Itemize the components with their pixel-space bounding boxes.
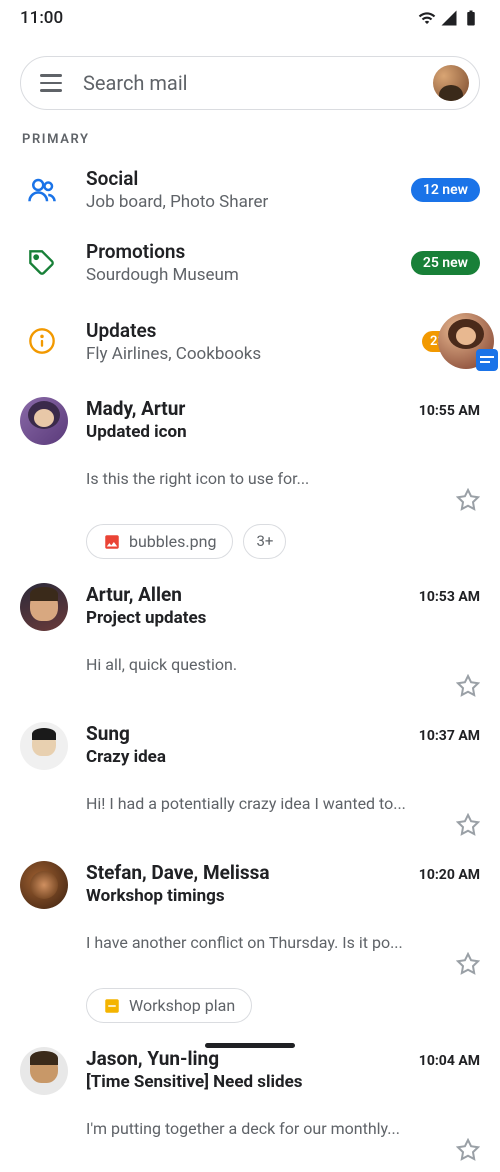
email-subject: Workshop timings: [86, 886, 480, 906]
info-icon: [22, 327, 62, 355]
attachment-name: Workshop plan: [129, 996, 235, 1015]
star-icon[interactable]: [456, 813, 480, 837]
email-time: 10:37 AM: [419, 728, 480, 744]
sender-avatar[interactable]: [20, 583, 68, 631]
category-title: Promotions: [86, 240, 387, 263]
email-sender: Jason, Yun-ling: [86, 1047, 219, 1070]
star-icon[interactable]: [456, 1138, 480, 1162]
more-attachments-chip[interactable]: 3+: [243, 524, 286, 559]
message-icon: [476, 349, 498, 371]
email-time: 10:20 AM: [419, 867, 480, 883]
email-preview: I'm putting together a deck for our mont…: [86, 1119, 448, 1138]
attachment-chip[interactable]: Workshop plan: [86, 988, 252, 1023]
category-title: Updates: [86, 319, 414, 342]
category-title: Social: [86, 167, 387, 190]
email-row[interactable]: Jason, Yun-ling 10:04 AM [Time Sensitive…: [0, 1033, 500, 1172]
email-subject: [Time Sensitive] Need slides: [86, 1072, 480, 1092]
attachment-chip[interactable]: bubbles.png: [86, 524, 233, 559]
sender-avatar[interactable]: [20, 1047, 68, 1095]
people-icon: [22, 175, 62, 205]
attachment-name: bubbles.png: [129, 532, 216, 551]
account-avatar[interactable]: [433, 65, 469, 101]
email-time: 10:04 AM: [419, 1053, 480, 1069]
category-promotions[interactable]: Promotions Sourdough Museum 25 new: [0, 226, 500, 299]
status-bar: 11:00: [0, 0, 500, 32]
search-bar[interactable]: Search mail: [20, 56, 480, 110]
email-preview: Hi all, quick question.: [86, 655, 448, 674]
image-icon: [103, 533, 121, 551]
email-time: 10:55 AM: [419, 403, 480, 419]
section-header-primary: PRIMARY: [0, 122, 500, 153]
home-indicator[interactable]: [205, 1043, 295, 1048]
email-row[interactable]: Mady, Artur 10:55 AM Updated icon Is thi…: [0, 383, 500, 569]
category-subtitle: Fly Airlines, Cookbooks: [86, 344, 414, 364]
status-icons: [418, 9, 480, 27]
category-social[interactable]: Social Job board, Photo Sharer 12 new: [0, 153, 500, 226]
email-sender: Sung: [86, 722, 130, 745]
slides-icon: [103, 997, 121, 1015]
tag-icon: [22, 249, 62, 277]
category-subtitle: Job board, Photo Sharer: [86, 192, 387, 212]
email-sender: Stefan, Dave, Melissa: [86, 861, 270, 884]
star-icon[interactable]: [456, 952, 480, 976]
sender-avatar[interactable]: [20, 397, 68, 445]
email-sender: Mady, Artur: [86, 397, 185, 420]
email-row[interactable]: Stefan, Dave, Melissa 10:20 AM Workshop …: [0, 847, 500, 1033]
badge-new: 25 new: [411, 251, 480, 275]
menu-icon[interactable]: [37, 69, 65, 97]
email-row[interactable]: Sung 10:37 AM Crazy idea Hi! I had a pot…: [0, 708, 500, 847]
chat-head[interactable]: 23: [438, 313, 494, 369]
email-row[interactable]: Artur, Allen 10:53 AM Project updates Hi…: [0, 569, 500, 708]
search-input[interactable]: Search mail: [83, 71, 433, 95]
email-time: 10:53 AM: [419, 589, 480, 605]
sender-avatar[interactable]: [20, 861, 68, 909]
email-subject: Updated icon: [86, 422, 480, 442]
badge-new: 12 new: [411, 178, 480, 202]
status-time: 11:00: [20, 8, 63, 28]
email-subject: Project updates: [86, 608, 480, 628]
sender-avatar[interactable]: [20, 722, 68, 770]
category-updates[interactable]: Updates Fly Airlines, Cookbooks 23: [0, 299, 500, 383]
email-preview: Hi! I had a potentially crazy idea I wan…: [86, 794, 448, 813]
category-subtitle: Sourdough Museum: [86, 265, 387, 285]
email-sender: Artur, Allen: [86, 583, 182, 606]
signal-icon: [440, 9, 458, 27]
battery-icon: [462, 9, 480, 27]
wifi-icon: [418, 9, 436, 27]
email-subject: Crazy idea: [86, 747, 480, 767]
star-icon[interactable]: [456, 488, 480, 512]
star-icon[interactable]: [456, 674, 480, 698]
email-preview: Is this the right icon to use for...: [86, 469, 448, 488]
email-preview: I have another conflict on Thursday. Is …: [86, 933, 448, 952]
